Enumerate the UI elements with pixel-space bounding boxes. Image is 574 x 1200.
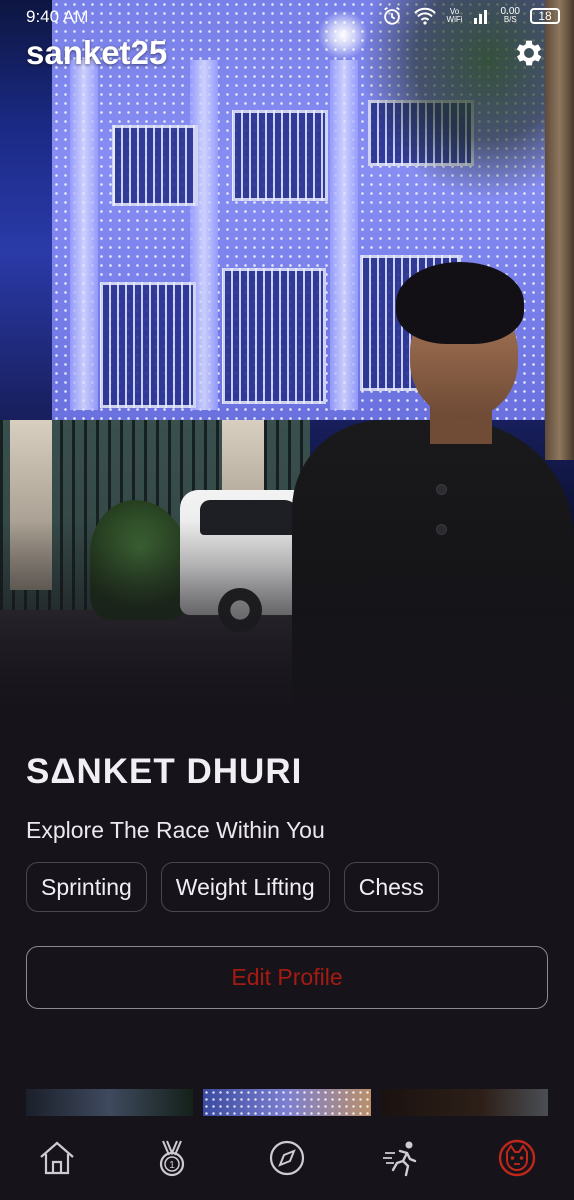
bottom-navigation: 1 xyxy=(0,1116,574,1200)
interest-chip-chess[interactable]: Chess xyxy=(343,862,439,912)
profile-cover-photo xyxy=(0,0,574,720)
post-thumbnail[interactable] xyxy=(26,1089,194,1119)
medal-icon: 1 xyxy=(160,1140,185,1177)
nav-medals[interactable]: 1 xyxy=(142,1128,202,1188)
net-speed-indicator: 0.00 B/S xyxy=(500,6,520,24)
post-thumbnail[interactable] xyxy=(203,1089,371,1119)
username-title: sanket25 xyxy=(26,34,168,71)
compass-icon xyxy=(269,1140,305,1176)
svg-text:1: 1 xyxy=(169,1160,175,1171)
profile-tagline: Explore The Race Within You xyxy=(26,817,325,843)
runner-icon xyxy=(382,1141,416,1177)
interest-chips: Sprinting Weight Lifting Chess xyxy=(26,862,439,912)
status-bar: 9:40 AM Vo WiFi 0.00 B/S 18 xyxy=(0,0,574,32)
profile-avatar-icon xyxy=(498,1139,535,1177)
home-icon xyxy=(40,1141,75,1175)
vowifi-indicator: Vo WiFi xyxy=(446,7,463,24)
signal-icon xyxy=(473,10,487,24)
status-time: 9:40 AM xyxy=(26,7,89,26)
nav-home[interactable] xyxy=(27,1128,87,1188)
battery-icon: 18 xyxy=(530,8,560,24)
nav-explore[interactable] xyxy=(257,1128,317,1188)
post-gallery xyxy=(26,1089,548,1119)
gear-icon xyxy=(516,40,542,66)
edit-profile-button[interactable]: Edit Profile xyxy=(26,946,548,1009)
profile-full-name: SΔNKET DHURI xyxy=(26,752,303,791)
nav-profile[interactable] xyxy=(487,1128,547,1188)
post-thumbnail[interactable] xyxy=(380,1089,548,1119)
interest-chip-weight-lifting[interactable]: Weight Lifting xyxy=(160,862,330,912)
interest-chip-sprinting[interactable]: Sprinting xyxy=(26,862,147,912)
wifi-icon xyxy=(413,7,436,25)
alarm-icon xyxy=(383,6,400,25)
nav-activity[interactable] xyxy=(372,1128,432,1188)
settings-button[interactable] xyxy=(512,36,546,70)
